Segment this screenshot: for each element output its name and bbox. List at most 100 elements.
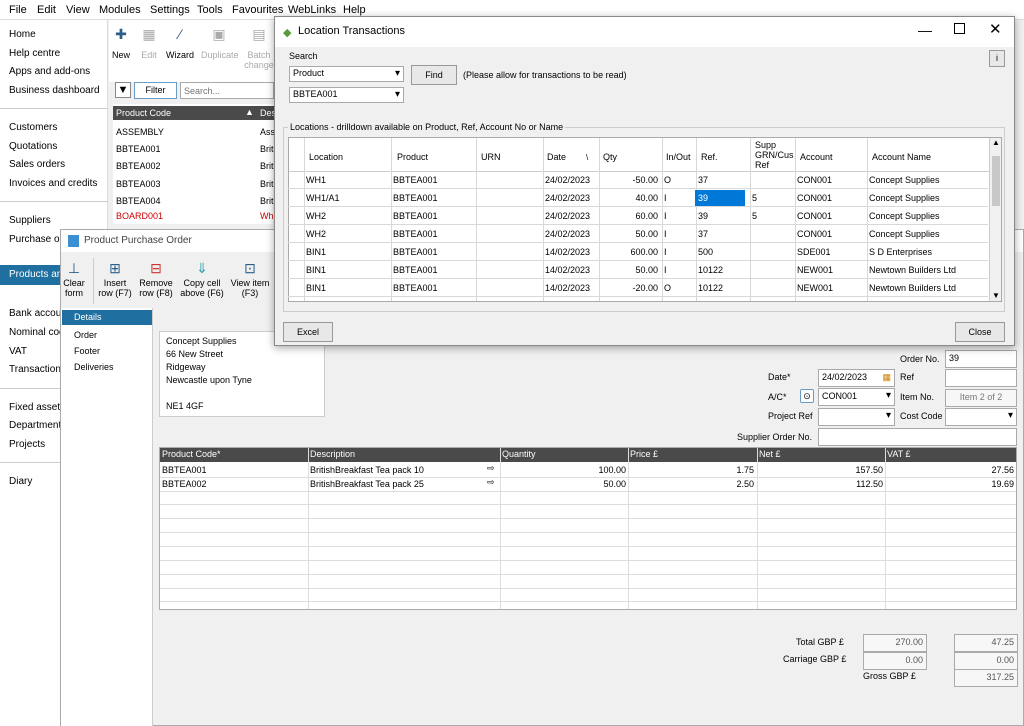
table-cell[interactable]: WH2 xyxy=(306,211,388,221)
sidebar-item-fixed-assets[interactable]: Fixed assets xyxy=(9,402,65,413)
sidebar-item-sales-orders[interactable]: Sales orders xyxy=(9,159,65,170)
sidebar-item-home[interactable]: Home xyxy=(9,29,36,40)
table-cell[interactable]: -20.00 xyxy=(601,283,658,293)
table-cell[interactable]: O xyxy=(664,283,694,293)
table-cell[interactable]: O xyxy=(664,175,694,185)
ref-field[interactable] xyxy=(945,369,1017,387)
table-cell[interactable]: 37 xyxy=(698,229,748,239)
sidebar-item-apps[interactable]: Apps and add-ons xyxy=(9,66,90,77)
sidebar-item-transactions[interactable]: Transactions xyxy=(9,364,66,375)
menu-help[interactable]: Help xyxy=(343,4,366,16)
list-item[interactable]: BBTEA002 xyxy=(116,161,161,171)
maximize-icon[interactable] xyxy=(954,23,965,34)
filter-icon[interactable]: ▼ xyxy=(115,82,131,98)
table-cell[interactable]: I xyxy=(664,247,694,257)
menu-file[interactable]: File xyxy=(9,4,27,16)
table-cell[interactable]: BBTEA001 xyxy=(393,265,473,275)
table-cell[interactable]: BIN1 xyxy=(306,265,388,275)
table-cell[interactable]: 24/02/2023 xyxy=(545,193,597,203)
menu-weblinks[interactable]: WebLinks xyxy=(288,4,336,16)
menu-favourites[interactable]: Favourites xyxy=(232,4,283,16)
table-cell[interactable]: BritishBreakfast Tea pack 10 xyxy=(310,465,424,475)
table-cell[interactable]: WH1 xyxy=(306,175,388,185)
menu-edit[interactable]: Edit xyxy=(37,4,56,16)
table-cell[interactable]: 19.69 xyxy=(887,479,1014,489)
filter-button[interactable]: Filter xyxy=(134,82,177,99)
table-cell[interactable]: SDE001 xyxy=(797,247,865,257)
table-cell[interactable]: 14/02/2023 xyxy=(545,247,597,257)
menu-settings[interactable]: Settings xyxy=(150,4,190,16)
info-button[interactable]: i xyxy=(989,50,1005,67)
clear-form-button[interactable]: ⊥ Clear form xyxy=(57,258,91,298)
table-cell[interactable]: I xyxy=(664,265,694,275)
table-cell[interactable]: CON001 xyxy=(797,175,865,185)
sidebar-item-quotations[interactable]: Quotations xyxy=(9,141,57,152)
table-cell[interactable]: BBTEA001 xyxy=(393,229,473,239)
list-item[interactable]: BBTEA004 xyxy=(116,196,161,206)
table-cell[interactable]: NEW001 xyxy=(797,265,865,275)
table-cell[interactable]: 40.00 xyxy=(601,193,658,203)
table-cell[interactable]: 100.00 xyxy=(502,465,626,475)
list-item[interactable]: BOARD001 xyxy=(116,211,163,221)
table-cell[interactable]: BBTEA001 xyxy=(393,175,473,185)
table-cell[interactable]: I xyxy=(664,193,694,203)
minimize-icon[interactable]: — xyxy=(918,22,932,38)
table-cell[interactable]: WH1/A1 xyxy=(306,193,388,203)
close-button[interactable]: Close xyxy=(955,322,1005,342)
table-cell[interactable]: BBTEA001 xyxy=(393,247,473,257)
table-cell[interactable]: BritishBreakfast Tea pack 25 xyxy=(310,479,424,489)
col-price[interactable]: Price £ xyxy=(630,449,658,459)
item-detail-icon[interactable]: ⇨ xyxy=(487,477,495,488)
table-cell[interactable]: 24/02/2023 xyxy=(545,211,597,221)
table-cell[interactable]: BBTEA002 xyxy=(162,479,207,489)
sidebar-item-diary[interactable]: Diary xyxy=(9,476,32,487)
table-cell[interactable]: 500 xyxy=(698,247,748,257)
list-item[interactable]: BBTEA001 xyxy=(116,144,161,154)
table-cell[interactable]: Newtown Builders Ltd xyxy=(869,265,987,275)
list-item[interactable]: ASSEMBLY xyxy=(116,127,164,137)
col-product-code[interactable]: Product Code* xyxy=(162,449,221,459)
table-cell[interactable]: S D Enterprises xyxy=(869,247,987,257)
copy-cell-above-button[interactable]: ⇓ Copy cell above (F6) xyxy=(178,258,226,298)
table-cell[interactable]: BIN1 xyxy=(306,247,388,257)
cost-code-select[interactable] xyxy=(945,408,1017,426)
date-field[interactable]: 24/02/2023 ▦ xyxy=(818,369,895,387)
table-cell[interactable]: 2.50 xyxy=(630,479,754,489)
table-cell[interactable]: 24/02/2023 xyxy=(545,175,597,185)
table-cell[interactable]: BBTEA001 xyxy=(393,193,473,203)
tab-order[interactable]: Order xyxy=(74,330,97,340)
list-item[interactable]: BBTEA003 xyxy=(116,179,161,189)
calendar-icon[interactable]: ▦ xyxy=(882,372,891,383)
search-input[interactable] xyxy=(180,82,274,99)
supplier-order-no-field[interactable] xyxy=(818,428,1017,446)
table-cell[interactable]: Concept Supplies xyxy=(869,211,987,221)
table-cell[interactable]: 157.50 xyxy=(759,465,883,475)
table-cell[interactable]: WH2 xyxy=(306,229,388,239)
table-cell[interactable]: BIN1 xyxy=(306,283,388,293)
col-vat[interactable]: VAT £ xyxy=(887,449,911,459)
view-item-button[interactable]: ⊡ View item (F3) xyxy=(229,258,271,298)
table-cell[interactable]: BBTEA001 xyxy=(393,283,473,293)
sidebar-item-suppliers[interactable]: Suppliers xyxy=(9,215,51,226)
tab-details[interactable]: Details xyxy=(62,310,152,325)
table-cell[interactable]: 39 xyxy=(695,190,745,206)
sidebar-item-departments[interactable]: Departments xyxy=(9,420,66,431)
item-detail-icon[interactable]: ⇨ xyxy=(487,463,495,474)
menu-tools[interactable]: Tools xyxy=(197,4,223,16)
table-cell[interactable]: I xyxy=(664,211,694,221)
table-cell[interactable]: 14/02/2023 xyxy=(545,283,597,293)
sidebar-item-dashboard[interactable]: Business dashboard xyxy=(9,85,100,96)
table-cell[interactable]: BBTEA001 xyxy=(393,211,473,221)
project-ref-select[interactable] xyxy=(818,408,895,426)
table-cell[interactable]: 5 xyxy=(752,193,792,203)
product-code-select[interactable]: BBTEA001 xyxy=(289,87,404,103)
table-cell[interactable]: 50.00 xyxy=(601,229,658,239)
col-net[interactable]: Net £ xyxy=(759,449,781,459)
table-cell[interactable]: CON001 xyxy=(797,193,865,203)
table-cell[interactable]: I xyxy=(664,229,694,239)
table-cell[interactable]: BBTEA001 xyxy=(162,465,207,475)
table-cell[interactable]: Concept Supplies xyxy=(869,193,987,203)
search-type-select[interactable]: Product xyxy=(289,66,404,82)
menu-modules[interactable]: Modules xyxy=(99,4,141,16)
table-cell[interactable]: 14/02/2023 xyxy=(545,265,597,275)
